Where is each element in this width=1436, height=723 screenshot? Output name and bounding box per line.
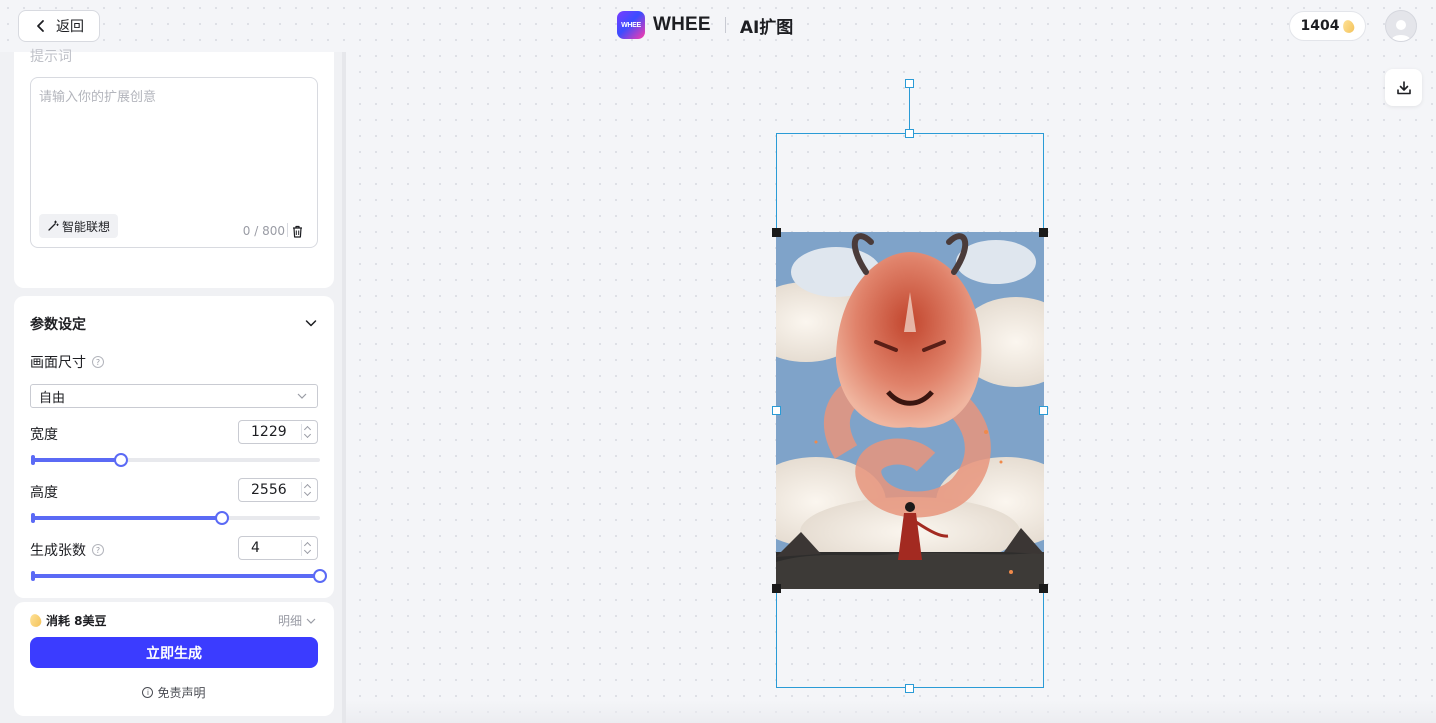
height-slider[interactable] [31, 511, 320, 525]
edge-handle-left[interactable] [772, 406, 781, 415]
count-value: 4 [251, 540, 260, 556]
prompt-card: 提示词 智能联想 0 / 800 [14, 49, 334, 288]
whee-logo: WHEE [617, 11, 645, 39]
smart-suggest-button[interactable]: 智能联想 [39, 214, 119, 238]
download-button[interactable] [1385, 69, 1422, 106]
size-label: 画面尺寸 ? [30, 352, 104, 372]
brand-name: WHEE [653, 14, 711, 35]
page-title: AI扩图 [739, 17, 794, 38]
width-input[interactable]: 1229 [238, 420, 318, 444]
size-select-value: 自由 [39, 390, 66, 406]
brand-divider [724, 17, 726, 33]
height-input[interactable]: 2556 [238, 478, 318, 502]
back-label: 返回 [56, 19, 84, 35]
generate-button[interactable]: 立即生成 [30, 637, 318, 668]
dragon-image [776, 232, 1044, 589]
edge-handle-bottom[interactable] [905, 684, 914, 693]
width-label: 宽度 [30, 424, 58, 444]
corner-handle-top-right[interactable] [1039, 228, 1048, 237]
avatar[interactable] [1385, 10, 1417, 42]
prompt-box: 智能联想 0 / 800 [30, 77, 318, 248]
download-icon [1396, 80, 1411, 94]
width-slider[interactable] [31, 453, 320, 467]
bean-icon [28, 612, 43, 629]
count-stepper[interactable] [301, 540, 311, 556]
trash-icon[interactable] [287, 223, 302, 238]
brand: WHEE WHEE AI扩图 [617, 11, 793, 39]
help-icon[interactable]: ? [92, 544, 104, 556]
height-stepper[interactable] [301, 482, 311, 498]
help-icon[interactable]: ? [92, 356, 104, 368]
edge-handle-top[interactable] [905, 129, 914, 138]
detail-toggle[interactable]: 明细 [278, 612, 316, 629]
panel-scrollbar[interactable] [342, 52, 346, 723]
user-icon [1391, 20, 1411, 41]
chevron-down-icon[interactable] [304, 316, 318, 330]
chevron-down-icon [297, 393, 307, 399]
width-label-text: 宽度 [30, 427, 58, 443]
credits-badge[interactable]: 1404 [1289, 11, 1366, 41]
char-count: 0 / 800 [242, 224, 285, 238]
prompt-title: 提示词 [30, 49, 72, 65]
canvas-bottom-shade [346, 700, 1436, 723]
count-input[interactable]: 4 [238, 536, 318, 560]
info-icon: i [142, 687, 154, 698]
height-label-text: 高度 [30, 485, 58, 501]
height-value: 2556 [251, 482, 287, 498]
smart-suggest-label: 智能联想 [62, 219, 111, 234]
count-slider-knob[interactable] [313, 569, 327, 583]
count-slider[interactable] [31, 569, 327, 583]
height-slider-knob[interactable] [215, 511, 230, 525]
width-slider-fill [32, 458, 122, 462]
height-slider-fill [32, 516, 223, 520]
detail-label: 明细 [277, 614, 302, 628]
rotate-line [909, 88, 910, 133]
magic-wand-icon [48, 220, 59, 231]
count-label: 生成张数 ? [30, 540, 104, 560]
corner-handle-top-left[interactable] [772, 228, 781, 237]
corner-handle-bottom-left[interactable] [772, 584, 781, 593]
width-value: 1229 [251, 424, 287, 440]
prompt-input[interactable] [39, 86, 309, 206]
size-select[interactable]: 自由 [30, 384, 318, 408]
width-slider-knob[interactable] [114, 453, 129, 467]
disclaimer-link[interactable]: i 免责声明 [14, 684, 334, 701]
width-stepper[interactable] [301, 424, 311, 440]
count-label-text: 生成张数 [30, 543, 86, 559]
chevron-left-icon [37, 20, 44, 32]
height-label: 高度 [30, 482, 58, 502]
cost-text: 消耗 8美豆 [46, 614, 107, 628]
params-title: 参数设定 [30, 317, 86, 333]
disclaimer-text: 免责声明 [157, 686, 206, 700]
bean-icon [1341, 18, 1357, 34]
credits-count: 1404 [1300, 18, 1340, 34]
corner-handle-bottom-right[interactable] [1039, 584, 1048, 593]
edge-handle-right[interactable] [1039, 406, 1048, 415]
params-card: 参数设定 画面尺寸 ? 自由 宽度 1229 高度 2556 生成张数 ? 4 [14, 296, 334, 598]
count-slider-fill [32, 574, 320, 578]
cost-label: 消耗 8美豆 [28, 612, 107, 629]
back-button[interactable]: 返回 [18, 10, 100, 42]
generate-card: 消耗 8美豆 明细 立即生成 i 免责声明 [14, 602, 334, 716]
chevron-down-icon [306, 618, 316, 624]
size-label-text: 画面尺寸 [30, 355, 86, 371]
source-image[interactable] [776, 232, 1044, 589]
rotate-handle[interactable] [905, 79, 914, 88]
